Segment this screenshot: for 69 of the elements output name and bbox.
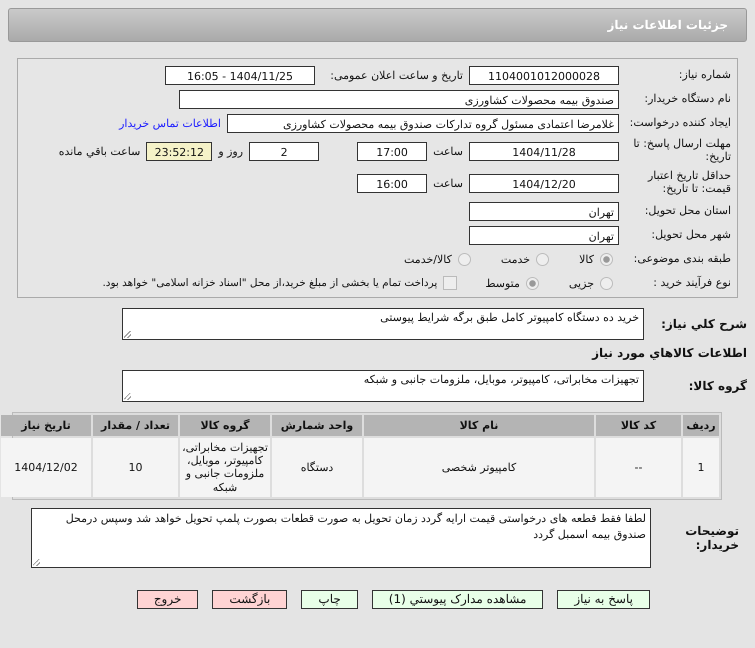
section-label: توضیحات خریدار:: [684, 524, 739, 552]
action-button[interactable]: مشاهده مدارک پیوستي (1): [372, 590, 544, 609]
section-label: شرح کلي نیاز:: [660, 317, 747, 331]
province-field: تهران: [469, 202, 619, 220]
column-header: کد کالا: [596, 415, 681, 436]
radio-label: متوسط: [485, 276, 520, 290]
table-cell: 1: [683, 438, 719, 497]
section-heading: اطلاعات کالاهاي مورد نياز: [590, 346, 747, 360]
radio-button[interactable]: [526, 276, 539, 290]
radio-label: جزیی: [568, 276, 594, 290]
validity-time-field: 16:00: [357, 174, 428, 192]
field-label: تاریخ و ساعت اعلان عمومی:: [329, 68, 463, 82]
radio-label: کالا: [579, 252, 594, 266]
days-field: 2: [249, 142, 320, 160]
column-header: تاریخ نیاز: [1, 415, 91, 436]
table-cell: 1404/12/02: [1, 438, 91, 497]
action-button[interactable]: پاسخ به نیاز: [557, 590, 650, 609]
description-field: خرید ده دستگاه کامپیوتر کامل طبق برگه شرایط پیوستی: [122, 308, 644, 340]
radio-button[interactable]: [600, 276, 613, 290]
field-label: شماره نیاز:: [678, 68, 732, 82]
announce-date-field: 1404/11/25 - 16:05: [165, 66, 315, 84]
field-label: ایجاد کننده درخواست:: [628, 116, 732, 130]
radio-label: خدمت: [500, 252, 530, 266]
table-cell: تجهیزات مخابراتی، کامپیوتر، موبایل، ملزومات جانبی و شبکه: [180, 438, 270, 497]
radio-button[interactable]: [600, 252, 613, 266]
table-cell: 10: [93, 438, 178, 497]
resize-grip-icon: [124, 393, 131, 400]
resize-grip-icon: [124, 331, 131, 338]
table-cell: --: [596, 438, 681, 497]
time-label: ساعت: [433, 176, 463, 190]
page-title: جزئیات اطلاعات نیاز: [607, 18, 728, 32]
radio-button[interactable]: [536, 252, 550, 266]
buyer-notes-field: لطفا فقط قطعه های درخواستی قیمت ارایه گردد زمان تحویل به صورت قطعات بصورت پلمپ تحویل خواهد شد وسپس درمحل صندوق بیمه اسمبل گردد: [31, 508, 651, 568]
deadline-date-field: 1404/11/28: [469, 142, 619, 160]
validity-date-field: 1404/12/20: [469, 174, 619, 192]
action-button[interactable]: بازگشت: [212, 590, 288, 609]
column-header: نام کالا: [364, 415, 594, 436]
radio-button[interactable]: [458, 252, 471, 266]
action-button[interactable]: خروج: [136, 590, 198, 609]
field-label: نام دستگاه خریدار:: [643, 92, 732, 106]
days-label: روز و: [218, 144, 244, 158]
action-button[interactable]: چاپ: [301, 590, 358, 609]
table-cell: دستگاه: [272, 438, 362, 497]
remaining-label: ساعت باقي مانده: [58, 144, 140, 158]
column-header: گروه کالا: [180, 415, 270, 436]
column-header: تعداد / مقدار: [93, 415, 178, 436]
goods-group-field: تجهیزات مخابراتی، کامپیوتر، موبایل، ملزومات جانبی و شبکه: [122, 370, 644, 402]
buyer-field: صندوق بیمه محصولات کشاورزی: [179, 90, 619, 108]
buyer-contact-link[interactable]: اطلاعات تماس خریدار: [119, 116, 221, 130]
field-label: مهلت ارسال پاسخ: تا تاریخ:: [632, 138, 732, 164]
creator-field: غلامرضا اعتمادی مسئول گروه تدارکات صندوق بیمه محصولات کشاورزی: [227, 114, 619, 132]
remaining-time-field: 23:52:12: [146, 142, 212, 160]
field-label: حداقل تاریخ اعتبار قیمت: تا تاریخ:: [646, 170, 732, 196]
time-label: ساعت: [433, 144, 463, 158]
resize-grip-icon: [33, 558, 40, 566]
column-header: ردیف: [683, 415, 719, 436]
field-label: استان محل تحویل:: [644, 204, 732, 218]
field-label: شهر محل تحویل:: [650, 228, 732, 242]
need-number-field: 1104001012000028: [469, 66, 619, 84]
radio-label: کالا/خدمت: [404, 252, 452, 266]
city-field: تهران: [469, 226, 619, 244]
deadline-time-field: 17:00: [357, 142, 428, 160]
checkbox[interactable]: [443, 276, 458, 290]
checkbox-label: پرداخت تمام یا بخشی از مبلغ خرید،از محل "اسناد خزانه اسلامی" خواهد بود.: [102, 277, 438, 289]
field-label: نوع فرآیند خرید :: [652, 276, 732, 290]
column-header: واحد شمارش: [272, 415, 362, 436]
section-label: گروه کالا:: [688, 379, 747, 393]
table-cell: کامپیوتر شخصی: [364, 438, 594, 497]
field-label: طبقه بندی موضوعی:: [632, 252, 732, 266]
